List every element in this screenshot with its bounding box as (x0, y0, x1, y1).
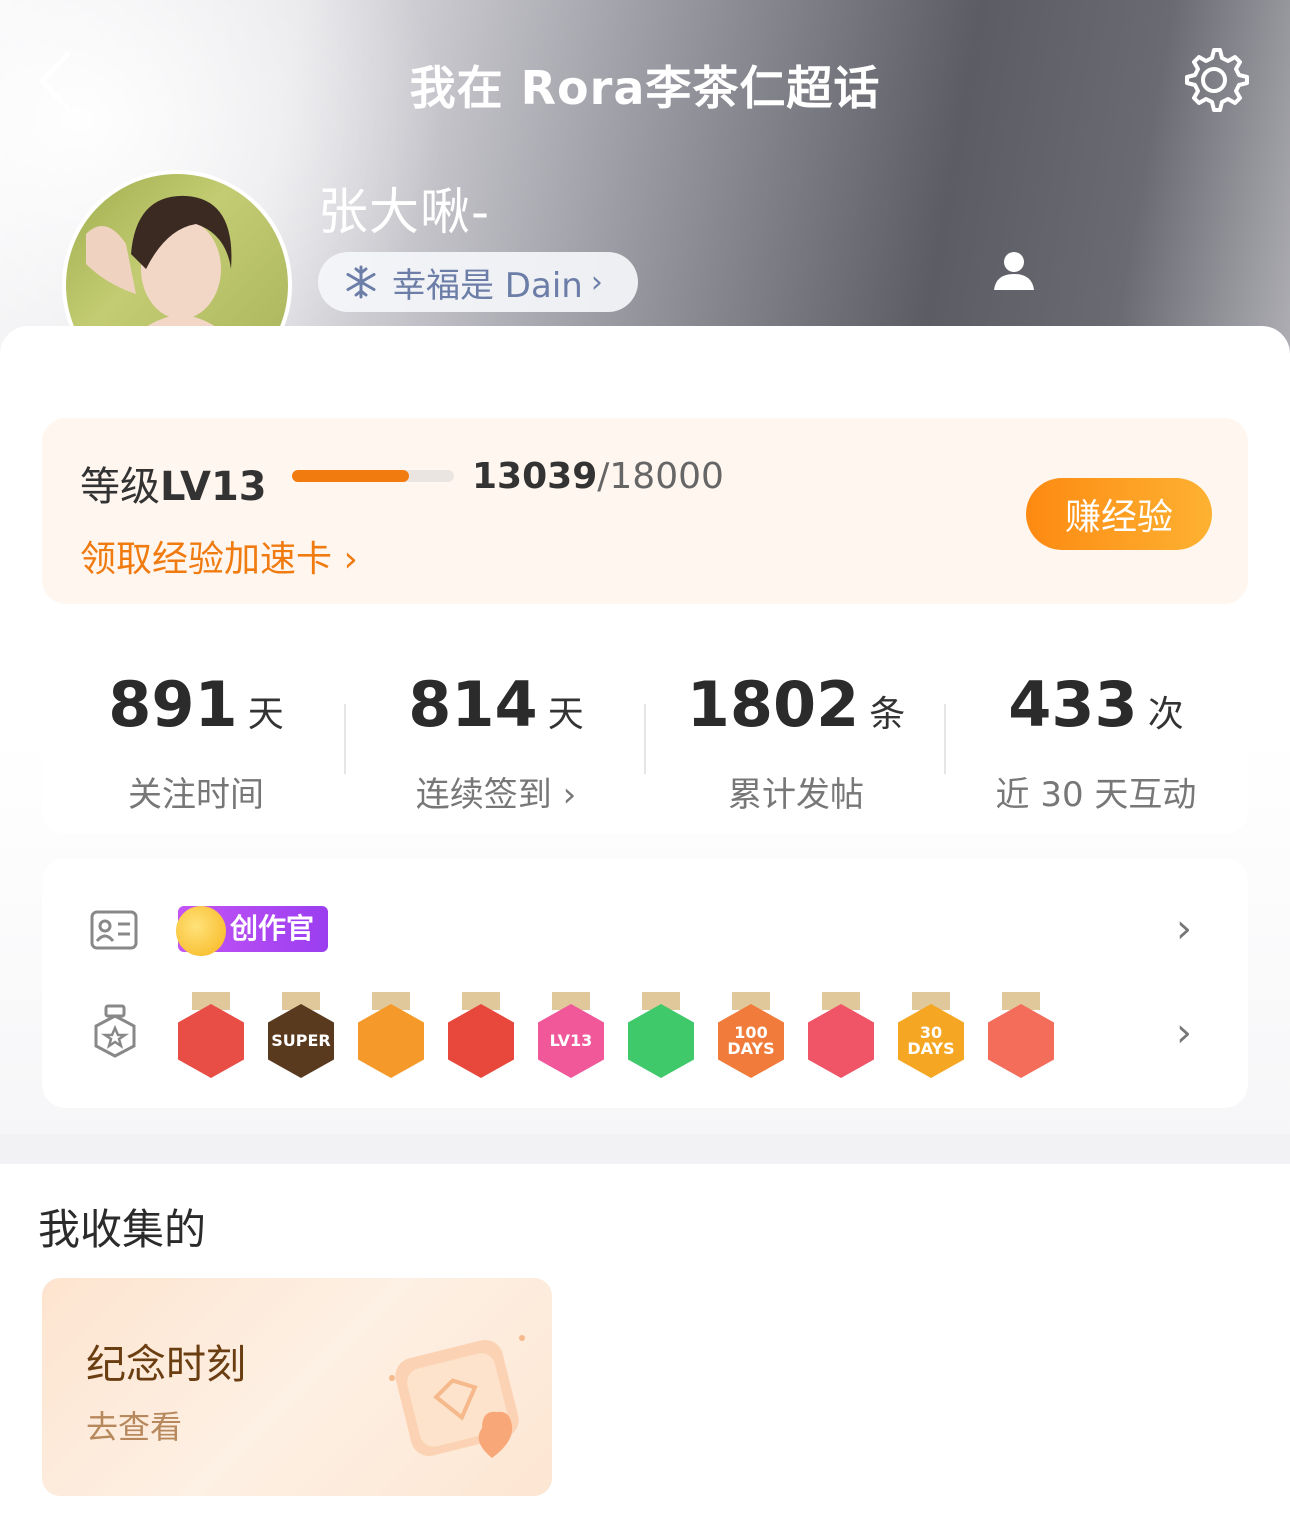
section-divider (0, 1134, 1290, 1164)
stat-total-posts: 1802 条 累计发帖 (646, 668, 946, 816)
medal-face (448, 1004, 514, 1078)
hand-medal-icon[interactable] (626, 992, 696, 1078)
exp-max: /18000 (597, 456, 724, 497)
level-value: LV13 (160, 464, 267, 510)
stat-label: 关注时间 (128, 775, 264, 815)
rock-hand-medal-icon[interactable] (986, 992, 1056, 1078)
stat-label: 近 30 天互动 (995, 775, 1197, 815)
medal-face (808, 1004, 874, 1078)
stats-panel: 891 天 关注时间 814 天 连续签到 › 1802 条 累计发帖 433 次 近 … (42, 630, 1248, 834)
exp-current: 13039 (472, 456, 598, 497)
crown-wings-medal-icon[interactable] (356, 992, 426, 1078)
fan-tag-label: 幸福是 Dain (392, 265, 583, 306)
memorial-link[interactable]: 去查看 (86, 1402, 182, 1448)
speed-card-link[interactable]: 领取经验加速卡 › (80, 530, 358, 582)
chevron-right-icon: › (590, 264, 603, 300)
fan-tag-button[interactable]: 幸福是 Dain › (318, 252, 638, 312)
stat-unit: 天 (247, 694, 284, 735)
collection-title: 我收集的 (38, 1205, 207, 1254)
medal-face: SUPER (268, 1004, 334, 1078)
badges-panel: 创作官 › SUPER LV13 100 DAYS 30 DAYS › (42, 858, 1248, 1108)
super-crown-medal-icon[interactable]: SUPER (266, 992, 336, 1078)
medal-face: 100 DAYS (718, 1004, 784, 1078)
medal-icon (94, 1004, 136, 1058)
medal-face (628, 1004, 694, 1078)
level-panel: 等级LV13 13039/18000 领取经验加速卡 › 赚经验 (42, 418, 1248, 604)
medal-face: 30 DAYS (898, 1004, 964, 1078)
id-card-icon (90, 910, 138, 950)
stat-value: 1802 (686, 668, 860, 741)
cat-medal-icon[interactable] (176, 992, 246, 1078)
chevron-right-icon[interactable]: › (1176, 906, 1192, 952)
page-title: 我在 Rora李茶仁超话 (409, 61, 881, 115)
creator-mascot-icon (176, 906, 226, 956)
snowflake-icon (346, 265, 376, 299)
level-prefix: 等级 (80, 464, 160, 510)
stat-unit: 天 (547, 694, 584, 735)
chevron-right-icon[interactable]: › (1176, 1010, 1192, 1056)
memorial-moments-card[interactable]: 纪念时刻 去查看 (42, 1278, 552, 1496)
stat-unit: 次 (1147, 694, 1184, 735)
100-days-medal-icon[interactable]: 100 DAYS (716, 992, 786, 1078)
person-icon[interactable] (992, 248, 1036, 292)
cat-red-medal-icon[interactable] (446, 992, 516, 1078)
stat-unit: 条 (869, 694, 906, 735)
settings-button[interactable] (1178, 44, 1250, 116)
stat-interactions: 433 次 近 30 天互动 (946, 668, 1246, 816)
stat-value: 433 (1008, 668, 1138, 741)
gear-icon (1185, 48, 1249, 112)
stat-value: 891 (108, 668, 238, 741)
calendar-heart-icon (389, 1335, 525, 1458)
exp-progress-fill (292, 470, 409, 482)
medal-face (358, 1004, 424, 1078)
stat-label: 连续签到 › (415, 775, 577, 815)
exp-value: 13039/18000 (472, 456, 724, 497)
memorial-title: 纪念时刻 (86, 1342, 246, 1388)
medal-face (178, 1004, 244, 1078)
trophy-medal-icon[interactable] (806, 992, 876, 1078)
stat-label: 累计发帖 (728, 775, 864, 815)
stat-checkin-days[interactable]: 814 天 连续签到 › (346, 668, 646, 816)
30-days-medal-icon[interactable]: 30 DAYS (896, 992, 966, 1078)
medal-face: LV13 (538, 1004, 604, 1078)
medal-face (988, 1004, 1054, 1078)
exp-progress-bar (292, 470, 454, 482)
earn-exp-button[interactable]: 赚经验 (1026, 478, 1212, 550)
lv13-medal-icon[interactable]: LV13 (536, 992, 606, 1078)
username: 张大啾- (318, 183, 491, 241)
stat-value: 814 (408, 668, 538, 741)
level-label: 等级LV13 (80, 454, 267, 512)
stat-follow-days: 891 天 关注时间 (46, 668, 346, 816)
top-bar: 我在 Rora李茶仁超话 (0, 30, 1290, 130)
